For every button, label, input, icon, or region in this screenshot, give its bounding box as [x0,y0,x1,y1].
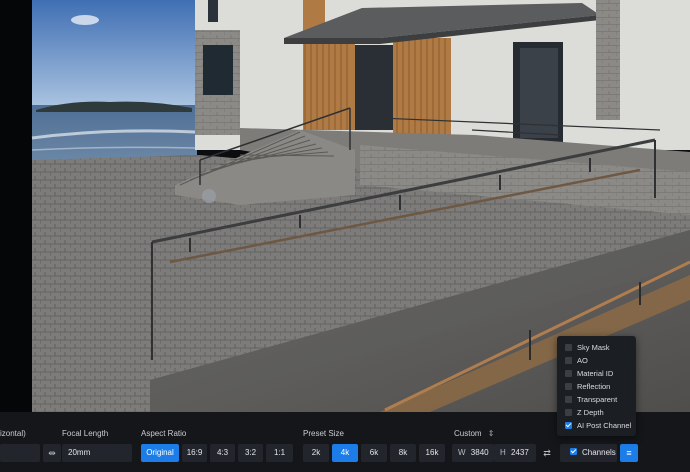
checkbox-icon [565,408,572,416]
channel-label: Transparent [577,395,618,404]
fov-label: izontal) [0,429,26,438]
focal-length-input[interactable]: 20mm [62,444,132,462]
aspect-original-button[interactable]: Original [141,444,179,462]
channels-button-label: Channels [582,448,616,457]
aspect-16-9-button[interactable]: 16:9 [182,444,207,462]
channel-item-reflection[interactable]: Reflection [565,381,610,393]
sort-icon[interactable]: ⇕ [488,429,495,438]
fov-input[interactable] [0,444,40,462]
custom-label: Custom ⇕ [454,429,495,438]
aspect-3-2-button[interactable]: 3:2 [238,444,263,462]
channel-item-material-id[interactable]: Material ID [565,368,613,380]
focal-length-label: Focal Length [62,429,109,438]
checkbox-icon [565,356,572,364]
checkbox-icon [565,382,572,390]
width-field[interactable]: W 3840 [452,444,494,462]
preset-6k-button[interactable]: 6k [361,444,387,462]
channels-toggle-icon [570,448,577,456]
preset-2k-button[interactable]: 2k [303,444,329,462]
width-field-label: W [458,448,466,457]
preset-16k-button[interactable]: 16k [419,444,445,462]
height-field[interactable]: H 2437 [494,444,536,462]
channels-button[interactable]: Channels [560,444,617,462]
channel-item-ai-post-channel[interactable]: AI Post Channel [565,420,631,432]
checkbox-checked-icon [565,421,572,429]
checkbox-icon [565,369,572,377]
channels-dropdown: Sky Mask AO Material ID Reflection Trans… [557,336,636,436]
height-field-label: H [500,448,506,457]
swap-icon[interactable]: ⇄ [538,444,556,462]
channel-label: Reflection [577,382,611,391]
channel-label: AI Post Channel [577,421,632,430]
checkbox-icon [565,343,572,351]
width-value: 3840 [470,448,489,457]
channel-label: Z Depth [577,408,604,417]
aspect-ratio-label: Aspect Ratio [141,429,187,438]
channel-item-z-depth[interactable]: Z Depth [565,407,604,419]
aspect-1-1-button[interactable]: 1:1 [266,444,293,462]
checkbox-icon [565,395,572,403]
channel-item-ao[interactable]: AO [565,355,588,367]
preset-8k-button[interactable]: 8k [390,444,416,462]
preset-4k-button[interactable]: 4k [332,444,358,462]
channel-label: AO [577,356,588,365]
channel-item-sky-mask[interactable]: Sky Mask [565,342,610,354]
channel-label: Material ID [577,369,614,378]
width-arrows-icon[interactable]: ⇹ [43,444,61,462]
channel-label: Sky Mask [577,343,610,352]
sliders-icon[interactable]: ≡ [620,444,638,462]
custom-label-text: Custom [454,429,482,438]
channel-item-transparent[interactable]: Transparent [565,394,617,406]
height-value: 2437 [511,448,529,457]
aspect-4-3-button[interactable]: 4:3 [210,444,235,462]
preset-size-label: Preset Size [303,429,344,438]
